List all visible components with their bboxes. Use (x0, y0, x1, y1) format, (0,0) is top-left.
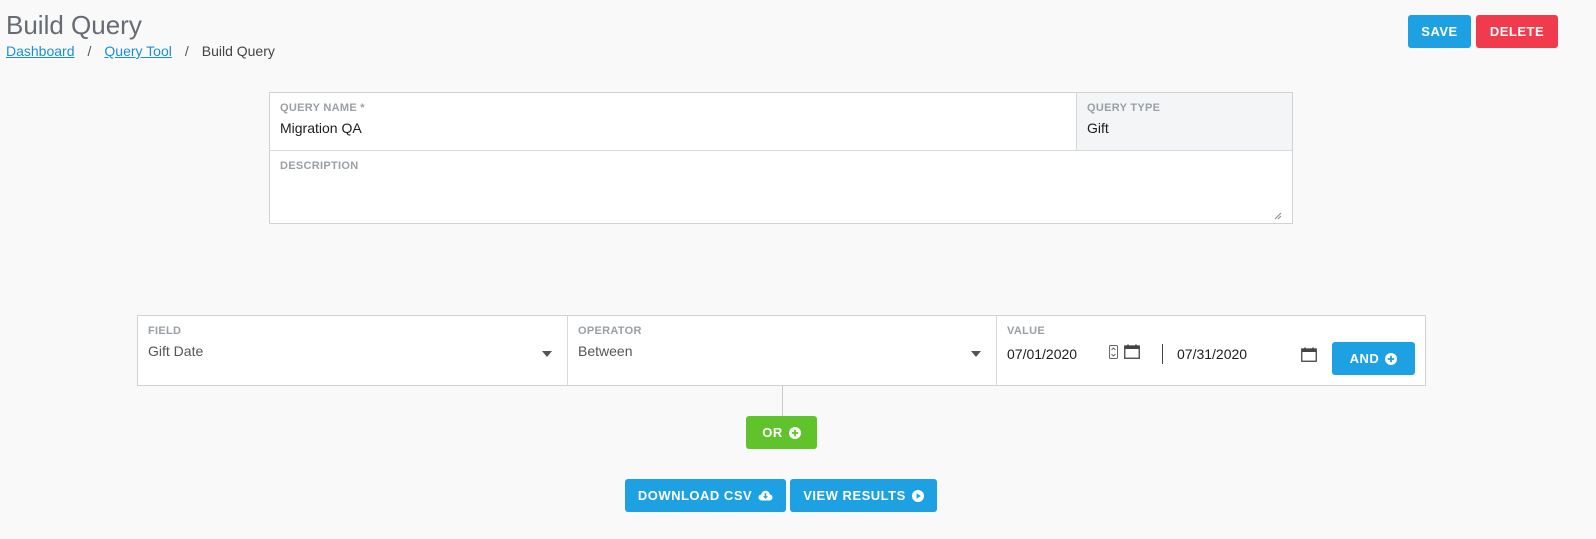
operator-select[interactable]: OPERATOR Between (568, 316, 997, 385)
plus-circle-icon (1385, 352, 1398, 365)
breadcrumb-current: Build Query (201, 43, 275, 59)
breadcrumb: Dashboard / Query Tool / Build Query (6, 43, 275, 59)
query-name-field[interactable]: QUERY NAME * Migration QA (270, 93, 1077, 150)
and-button[interactable]: AND (1332, 342, 1415, 375)
query-details-row: QUERY NAME * Migration QA QUERY TYPE Gif… (270, 93, 1292, 151)
operator-select-value[interactable]: Between (578, 343, 986, 359)
query-details-card: QUERY NAME * Migration QA QUERY TYPE Gif… (269, 92, 1293, 224)
resize-grip-icon[interactable] (1274, 207, 1282, 220)
description-label: DESCRIPTION (280, 160, 359, 172)
field-select[interactable]: FIELD Gift Date (138, 316, 568, 385)
or-button-label: OR (762, 425, 783, 440)
date-range: 07/01/2020 07/31/2020 (1007, 344, 1317, 364)
download-csv-button[interactable]: DOWNLOAD CSV (625, 479, 786, 512)
cloud-download-icon (758, 490, 773, 501)
bottom-actions: DOWNLOAD CSV VIEW RESULTS (625, 479, 937, 512)
value-label: VALUE (1007, 325, 1045, 337)
description-field[interactable]: DESCRIPTION (270, 151, 1292, 225)
operator-label: OPERATOR (578, 325, 642, 337)
breadcrumb-separator: / (184, 43, 189, 59)
query-name-input[interactable]: Migration QA (280, 120, 1066, 136)
field-label: FIELD (148, 325, 182, 337)
save-button[interactable]: SAVE (1408, 15, 1471, 48)
query-type-value: Gift (1087, 120, 1109, 136)
query-type-label: QUERY TYPE (1087, 102, 1161, 114)
play-circle-icon (911, 489, 924, 502)
and-button-label: AND (1349, 351, 1380, 366)
calendar-icon[interactable] (1124, 344, 1140, 364)
view-results-button[interactable]: VIEW RESULTS (790, 479, 937, 512)
value-field: VALUE 07/01/2020 07/31/2020 AND (997, 316, 1425, 385)
filter-connector-line (782, 386, 783, 416)
chevron-down-icon[interactable] (542, 351, 552, 357)
header-actions: SAVE DELETE (1408, 15, 1558, 48)
query-type-field: QUERY TYPE Gift (1077, 93, 1292, 150)
date-spinner-icon[interactable] (1109, 344, 1118, 364)
end-date-input[interactable]: 07/31/2020 (1177, 346, 1277, 362)
start-date-input[interactable]: 07/01/2020 (1007, 346, 1107, 362)
date-range-divider (1162, 344, 1163, 364)
view-results-label: VIEW RESULTS (803, 488, 906, 503)
chevron-down-icon[interactable] (971, 351, 981, 357)
calendar-icon[interactable] (1301, 347, 1317, 362)
download-csv-label: DOWNLOAD CSV (637, 488, 753, 503)
or-button[interactable]: OR (746, 416, 817, 449)
breadcrumb-dashboard-link[interactable]: Dashboard (6, 43, 75, 59)
breadcrumb-separator: / (87, 43, 92, 59)
delete-button[interactable]: DELETE (1476, 15, 1558, 48)
filter-row: FIELD Gift Date OPERATOR Between VALUE 0… (137, 315, 1426, 386)
page-title: Build Query (6, 10, 142, 40)
start-date-controls (1109, 344, 1140, 364)
breadcrumb-query-tool-link[interactable]: Query Tool (104, 43, 171, 59)
query-name-label: QUERY NAME * (280, 102, 365, 114)
plus-circle-icon (788, 426, 801, 439)
field-select-value[interactable]: Gift Date (148, 343, 557, 359)
